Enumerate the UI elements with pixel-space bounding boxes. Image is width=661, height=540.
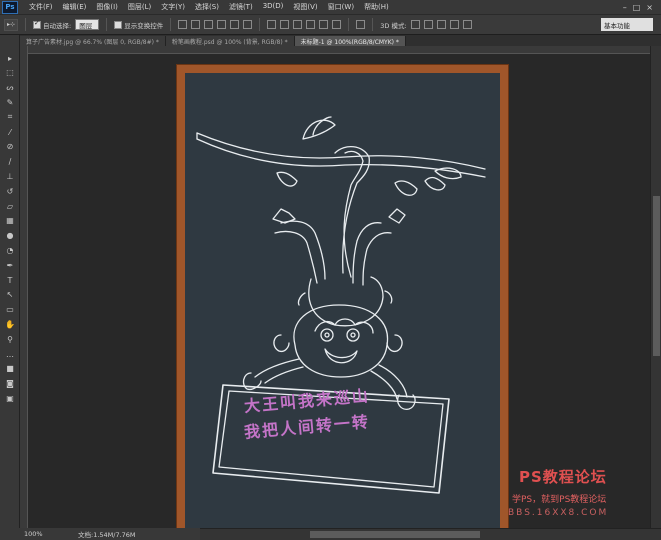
distribute-right-icon[interactable]: [332, 20, 342, 29]
horizontal-scroll-thumb[interactable]: [310, 531, 480, 538]
distribute-hcenter-icon[interactable]: [319, 20, 329, 29]
separator: [106, 18, 108, 31]
zoom-tool-icon[interactable]: ⚲: [4, 334, 16, 344]
separator: [372, 18, 374, 31]
tool-preset-picker[interactable]: ▸⊹: [4, 18, 19, 31]
type-tool-icon[interactable]: T: [4, 275, 16, 285]
separator: [348, 18, 350, 31]
align-right-icon[interactable]: [243, 20, 253, 29]
menu-item[interactable]: 3D(D): [258, 2, 289, 12]
show-transform-checkbox[interactable]: [114, 20, 123, 29]
healing-brush-tool-icon[interactable]: ⊘: [4, 142, 16, 152]
vertical-scroll-thumb[interactable]: [653, 196, 660, 356]
3d-mode-label: 3D 模式:: [380, 21, 407, 30]
options-bar: ▸⊹ 自动选择: 图层 显示变换控件 3D 模式: 基本功能: [0, 15, 661, 35]
3d-roll-icon[interactable]: [423, 20, 433, 29]
chalkboard-frame: 大王叫我来巡山 我把人间转一转: [176, 64, 509, 528]
screen-mode-icon[interactable]: ▣: [4, 393, 16, 403]
menu-item[interactable]: 文件(F): [24, 2, 58, 12]
marquee-tool-icon[interactable]: ⬚: [4, 68, 16, 78]
menu-item[interactable]: 滤镜(T): [224, 2, 258, 12]
menu-item[interactable]: 视图(V): [288, 2, 322, 12]
vertical-ruler[interactable]: [20, 46, 28, 528]
menu-item[interactable]: 文字(Y): [156, 2, 190, 12]
minimize-icon[interactable]: –: [623, 3, 627, 12]
menu-item[interactable]: 窗口(W): [323, 2, 359, 12]
separator: [25, 18, 27, 31]
distribute-bottom-icon[interactable]: [293, 20, 303, 29]
eyedropper-tool-icon[interactable]: ⁄: [4, 127, 16, 137]
distribute-top-icon[interactable]: [267, 20, 277, 29]
menu-item[interactable]: 选择(S): [190, 2, 224, 12]
show-transform-option[interactable]: 显示变换控件: [114, 20, 163, 30]
align-bottom-icon[interactable]: [204, 20, 214, 29]
document-tab[interactable]: 未标题-1 @ 100%(RGB/8/CMYK) *: [294, 36, 406, 46]
auto-select-checkbox[interactable]: [33, 19, 42, 29]
align-left-icon[interactable]: [217, 20, 227, 29]
align-top-icon[interactable]: [178, 20, 188, 29]
vertical-scrollbar[interactable]: [650, 46, 661, 528]
document-tabs: 算子广告素材.jpg @ 66.7% (图层 0, RGB/8#) * 粉笔画教程…: [20, 35, 661, 46]
distribute-left-icon[interactable]: [306, 20, 316, 29]
shape-tool-icon[interactable]: ▭: [4, 305, 16, 315]
horizontal-ruler[interactable]: [28, 46, 650, 54]
color-swatches-icon[interactable]: ■: [4, 364, 16, 374]
zoom-level[interactable]: 100%: [0, 530, 60, 538]
photoshop-logo: Ps: [2, 0, 18, 14]
close-icon[interactable]: ×: [646, 3, 653, 12]
lasso-tool-icon[interactable]: ᔕ: [4, 83, 16, 93]
quick-select-tool-icon[interactable]: ✎: [4, 97, 16, 107]
watermark-title: PS教程论坛: [519, 468, 607, 486]
show-transform-label: 显示变换控件: [124, 21, 164, 30]
distribute-vcenter-icon[interactable]: [280, 20, 290, 29]
status-bar: 100% 文档:1.54M/7.76M: [0, 528, 200, 540]
history-brush-tool-icon[interactable]: ↺: [4, 186, 16, 196]
auto-select-dropdown[interactable]: 图层: [75, 19, 100, 30]
watermark-slogan: 学PS，就到PS教程论坛: [512, 495, 607, 505]
maximize-icon[interactable]: □: [633, 3, 641, 12]
hand-tool-icon[interactable]: ✋: [4, 319, 16, 329]
3d-rotate-icon[interactable]: [410, 20, 420, 29]
chalk-monkey-drawing: [196, 116, 486, 494]
dodge-tool-icon[interactable]: ◔: [4, 245, 16, 255]
window-controls: – □ ×: [623, 3, 661, 12]
quick-mask-icon[interactable]: ◙: [4, 379, 16, 389]
auto-select-label: 自动选择:: [43, 21, 72, 30]
path-select-tool-icon[interactable]: ↖: [4, 290, 16, 300]
document-tab[interactable]: 算子广告素材.jpg @ 66.7% (图层 0, RGB/8#) *: [20, 36, 166, 46]
align-vcenter-icon[interactable]: [191, 20, 201, 29]
menu-item[interactable]: 帮助(H): [359, 2, 394, 12]
workspace-dropdown[interactable]: 基本功能: [601, 18, 653, 31]
align-hcenter-icon[interactable]: [230, 20, 240, 29]
brush-tool-icon[interactable]: ∕: [4, 157, 16, 167]
menu-item[interactable]: 图层(L): [123, 2, 156, 12]
tools-panel: ▸ ⬚ ᔕ ✎ ⌗ ⁄ ⊘ ∕ ⊥ ↺ ▱ ▦ ● ◔ ✒ T ↖ ▭ ✋ ⚲ … ■ ◙ ▣: [0, 35, 20, 540]
menu-item[interactable]: 编辑(E): [58, 2, 92, 12]
3d-slide-icon[interactable]: [449, 20, 459, 29]
clone-stamp-tool-icon[interactable]: ⊥: [4, 171, 16, 181]
pen-tool-icon[interactable]: ✒: [4, 260, 16, 270]
watermark-url: BBS.16XX8.COM: [508, 508, 609, 518]
auto-select-option[interactable]: 自动选择:: [33, 19, 72, 30]
menu-item[interactable]: 图像(I): [91, 2, 123, 12]
move-tool-icon[interactable]: ▸: [4, 53, 16, 63]
document-tab[interactable]: 粉笔画教程.psd @ 100% (背景, RGB/8) *: [165, 36, 295, 46]
eraser-tool-icon[interactable]: ▱: [4, 201, 16, 211]
blur-tool-icon[interactable]: ●: [4, 231, 16, 241]
document-size[interactable]: 文档:1.54M/7.76M: [60, 529, 136, 539]
canvas-area[interactable]: 大王叫我来巡山 我把人间转一转: [28, 54, 650, 528]
separator: [170, 18, 172, 31]
chalkboard[interactable]: 大王叫我来巡山 我把人间转一转: [185, 73, 500, 528]
gradient-tool-icon[interactable]: ▦: [4, 216, 16, 226]
separator: [259, 18, 261, 31]
3d-pan-icon[interactable]: [436, 20, 446, 29]
3d-scale-icon[interactable]: [462, 20, 472, 29]
crop-tool-icon[interactable]: ⌗: [4, 112, 16, 122]
auto-align-icon[interactable]: [356, 20, 366, 29]
more-tools-icon[interactable]: …: [4, 349, 16, 359]
menu-items: 文件(F) 编辑(E) 图像(I) 图层(L) 文字(Y) 选择(S) 滤镜(T) 3D(D)…: [24, 2, 394, 12]
menu-bar: Ps 文件(F) 编辑(E) 图像(I) 图层(L) 文字(Y) 选择(S) 滤镜(T) 3D…: [0, 0, 661, 15]
